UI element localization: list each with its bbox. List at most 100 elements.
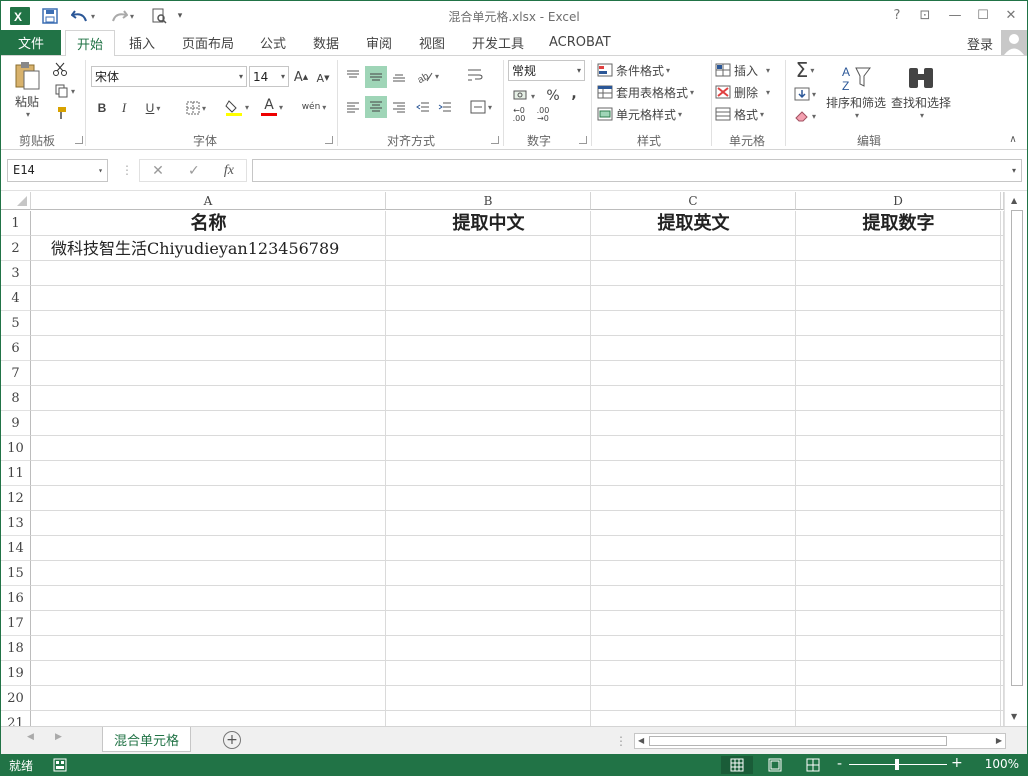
row-header[interactable]: 16 — [1, 586, 31, 611]
grid-cell[interactable] — [796, 511, 1001, 536]
row-header[interactable]: 9 — [1, 411, 31, 436]
grid-cell[interactable] — [796, 636, 1001, 661]
align-bottom-icon[interactable] — [389, 66, 409, 86]
add-sheet-button[interactable]: + — [223, 731, 241, 749]
grid-cell[interactable] — [796, 436, 1001, 461]
grid-cell[interactable] — [386, 636, 591, 661]
row-header[interactable]: 12 — [1, 486, 31, 511]
cell-b1[interactable]: 提取中文 — [386, 212, 591, 236]
grid-cell[interactable] — [31, 536, 386, 561]
grid-cell[interactable] — [31, 586, 386, 611]
column-header-d[interactable]: D — [796, 192, 1001, 210]
grid-cell[interactable] — [591, 311, 796, 336]
grid-cell[interactable] — [591, 711, 796, 726]
macro-record-icon[interactable] — [53, 758, 67, 775]
zoom-out-button[interactable]: - — [837, 756, 842, 772]
grid-cell[interactable] — [31, 611, 386, 636]
row-header[interactable]: 21 — [1, 711, 31, 726]
grid-cell[interactable] — [591, 511, 796, 536]
find-select-button[interactable]: 查找和选择 ▾ — [889, 60, 953, 124]
font-name-dropdown[interactable]: 宋体 ▾ — [91, 66, 247, 87]
increase-font-size-button[interactable]: A ▲ — [293, 68, 309, 86]
grid-cell[interactable] — [31, 386, 386, 411]
help-icon[interactable]: ? — [883, 5, 911, 25]
grid-cell[interactable] — [386, 611, 591, 636]
grid-cell[interactable] — [796, 536, 1001, 561]
insert-cells-button[interactable]: 插入 ▾ — [715, 60, 781, 80]
italic-button[interactable]: I — [115, 98, 133, 118]
sort-filter-button[interactable]: AZ 排序和筛选 ▾ — [825, 60, 887, 124]
horizontal-scrollbar[interactable]: ◀ ▶ — [634, 733, 1006, 749]
grid-cell[interactable] — [386, 236, 591, 261]
grid-cell[interactable] — [386, 661, 591, 686]
grid-cell[interactable] — [386, 586, 591, 611]
align-top-icon[interactable] — [343, 66, 363, 86]
grid-cell[interactable] — [796, 661, 1001, 686]
grid-cell[interactable] — [386, 536, 591, 561]
grid-cell[interactable] — [386, 436, 591, 461]
grid-cell[interactable] — [591, 636, 796, 661]
sheet-tab-active[interactable]: 混合单元格 — [102, 727, 191, 752]
grid-cell[interactable] — [591, 461, 796, 486]
page-layout-view-button[interactable] — [759, 756, 791, 774]
prev-sheet-icon[interactable]: ◀ — [27, 732, 34, 742]
grid-cell[interactable] — [386, 411, 591, 436]
maximize-button[interactable]: ☐ — [969, 5, 997, 25]
column-header-b[interactable]: B — [386, 192, 591, 210]
accounting-format-button[interactable]: ▾ — [509, 86, 539, 106]
paste-button[interactable]: 粘贴 ▾ — [7, 60, 47, 120]
grid-cell[interactable] — [31, 711, 386, 726]
comma-style-button[interactable]: , — [567, 84, 581, 104]
grid-cell[interactable] — [591, 411, 796, 436]
decrease-decimal-icon[interactable]: .00 →0 — [533, 106, 553, 124]
tab-view[interactable]: 视图 — [415, 30, 449, 55]
increase-decimal-icon[interactable]: ←0.00 — [509, 106, 529, 124]
font-dialog-launcher-icon[interactable] — [325, 136, 333, 144]
row-header[interactable]: 19 — [1, 661, 31, 686]
row-header[interactable]: 6 — [1, 336, 31, 361]
grid-cell[interactable] — [386, 286, 591, 311]
ribbon-display-options-icon[interactable]: ⊡ — [911, 5, 939, 25]
grid-cell[interactable] — [31, 461, 386, 486]
align-middle-icon[interactable] — [365, 66, 387, 88]
format-painter-icon[interactable] — [51, 104, 69, 122]
merge-center-button[interactable]: ▾ — [465, 96, 497, 118]
grid-cell[interactable] — [386, 461, 591, 486]
row-header[interactable]: 7 — [1, 361, 31, 386]
number-dialog-launcher-icon[interactable] — [579, 136, 587, 144]
grid-cell[interactable] — [31, 486, 386, 511]
grid-cell[interactable] — [31, 286, 386, 311]
cancel-entry-icon[interactable]: ✕ — [152, 163, 164, 179]
grid-cell[interactable] — [31, 661, 386, 686]
grid-cell[interactable] — [386, 261, 591, 286]
grid-cell[interactable] — [591, 611, 796, 636]
grid-cell[interactable] — [591, 261, 796, 286]
grid-cell[interactable] — [796, 486, 1001, 511]
grid-cell[interactable] — [796, 411, 1001, 436]
tab-developer[interactable]: 开发工具 — [468, 30, 528, 55]
cell-c1[interactable]: 提取英文 — [591, 212, 796, 236]
grid-cell[interactable] — [386, 336, 591, 361]
row-header[interactable]: 10 — [1, 436, 31, 461]
grid-cell[interactable] — [386, 361, 591, 386]
next-sheet-icon[interactable]: ▶ — [55, 732, 62, 742]
grid-cell[interactable] — [591, 586, 796, 611]
vertical-scrollbar[interactable]: ▲ ▼ — [1004, 192, 1027, 726]
name-box[interactable]: E14 ▾ — [7, 159, 108, 182]
formula-input[interactable]: ▾ — [252, 159, 1022, 182]
grid-cell[interactable] — [31, 636, 386, 661]
grid-cell[interactable] — [796, 686, 1001, 711]
grid-cell[interactable] — [386, 561, 591, 586]
clipboard-dialog-launcher-icon[interactable] — [75, 136, 83, 144]
grid-cell[interactable] — [386, 511, 591, 536]
grid-cell[interactable] — [31, 411, 386, 436]
decrease-font-size-button[interactable]: A ▼ — [315, 70, 331, 86]
grid-cell[interactable] — [31, 361, 386, 386]
row-header[interactable]: 14 — [1, 536, 31, 561]
bold-button[interactable]: B — [93, 98, 111, 118]
confirm-entry-icon[interactable]: ✓ — [188, 163, 200, 179]
grid-cell[interactable] — [31, 261, 386, 286]
grid-cell[interactable] — [386, 386, 591, 411]
grid-cell[interactable] — [31, 336, 386, 361]
grid-cell[interactable] — [796, 261, 1001, 286]
